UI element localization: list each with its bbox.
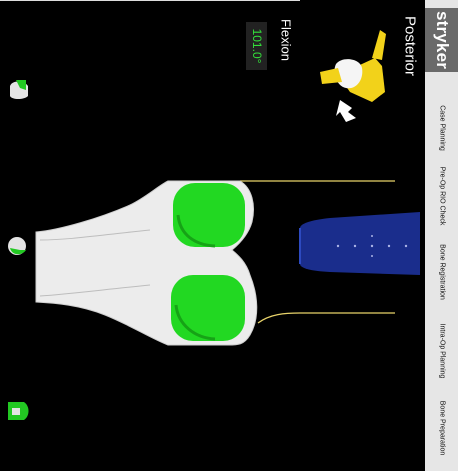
workflow-sidebar: stryker Case Planning Pre-Op RIO Check B… [425, 0, 458, 471]
nav-label: Bone Registration [438, 244, 445, 300]
nav-label: Intra-Op Planning [438, 323, 445, 379]
nav-preop-rio-check[interactable]: Pre-Op RIO Check [425, 167, 458, 226]
brand-logo: stryker [425, 8, 458, 72]
nav-label: Case Planning [438, 105, 445, 151]
marker-bottom-light [12, 408, 20, 415]
tray-hole [404, 244, 408, 248]
flexion-label: Flexion [278, 19, 294, 61]
brand-text: stryker [432, 10, 452, 70]
tray-hole [371, 255, 373, 257]
tray-hole [387, 244, 391, 248]
3d-viewport[interactable] [0, 0, 458, 471]
tibia-tray [300, 212, 420, 275]
nav-label: Pre-Op RIO Check [438, 166, 445, 226]
marker-middle [8, 237, 26, 255]
tray-hole [370, 244, 374, 248]
view-orientation-label: Posterior [401, 15, 419, 77]
femoral-implant-medial [173, 183, 245, 247]
nav-label: Bone Preparation [438, 400, 445, 456]
marker-bottom [8, 402, 29, 420]
flexion-angle-value: 101.0° [249, 28, 264, 64]
flexion-angle-box: 101.0° [246, 22, 267, 70]
nav-case-planning[interactable]: Case Planning [425, 105, 458, 151]
marker-top [10, 80, 28, 99]
posterior-probe-icon [320, 30, 386, 122]
nav-bone-preparation[interactable]: Bone Preparation [425, 401, 458, 455]
nav-bone-registration[interactable]: Bone Registration [425, 244, 458, 300]
tray-hole [336, 244, 340, 248]
tray-hole [353, 244, 357, 248]
tray-hole [371, 235, 373, 237]
femoral-implant-lateral [171, 275, 245, 341]
outline-bottom [257, 312, 395, 324]
nav-intraop-planning[interactable]: Intra-Op Planning [425, 324, 458, 379]
